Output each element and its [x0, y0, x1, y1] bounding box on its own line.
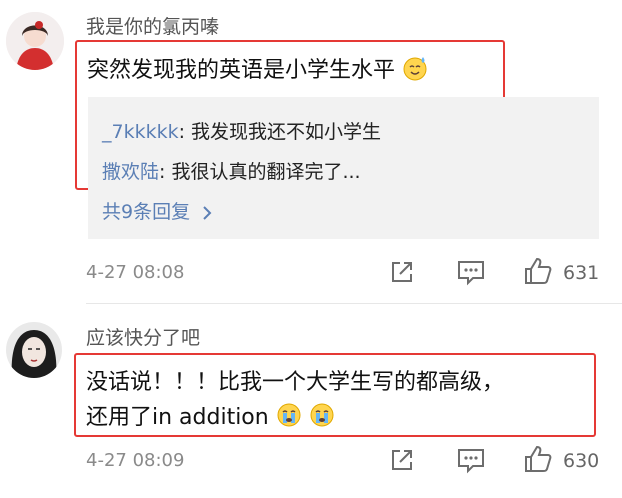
comment-icon[interactable] [456, 446, 486, 474]
sweat-smile-emoji [402, 55, 428, 87]
comment-timestamp: 4-27 08:08 [86, 262, 185, 283]
reply-username[interactable]: _7kkkkk [102, 121, 179, 143]
comment-text: 突然发现我的英语是小学生水平 [87, 52, 428, 87]
reply-item[interactable]: _7kkkkk: 我发现我还不如小学生 [102, 117, 381, 144]
reply-username[interactable]: 撒欢陆 [102, 161, 159, 183]
comment-text: 没话说！！！比我一个大学生写的都高级， [86, 370, 505, 395]
thumbs-up-icon[interactable] [522, 443, 554, 475]
share-icon[interactable] [388, 446, 416, 474]
avatar[interactable] [6, 322, 62, 378]
comment-username[interactable]: 应该快分了吧 [86, 323, 200, 350]
reply-item[interactable]: 撒欢陆: 我很认真的翻译完了... [102, 157, 361, 184]
divider [86, 303, 622, 304]
more-replies-link[interactable]: 共9条回复 [102, 197, 212, 224]
crying-emoji [309, 402, 335, 434]
reply-text: : 我发现我还不如小学生 [178, 121, 382, 143]
comment-username[interactable]: 我是你的氯丙嗪 [86, 12, 219, 39]
crying-emoji [276, 402, 302, 434]
like-count: 631 [563, 262, 600, 284]
comment-timestamp: 4-27 08:09 [86, 450, 185, 471]
reply-text: : 我很认真的翻译完了... [159, 161, 361, 183]
comment-text: 还用了in addition [86, 399, 335, 434]
comment-text-content: 还用了in addition [86, 405, 269, 430]
more-replies-label: 共9条回复 [102, 201, 191, 223]
chevron-right-icon [202, 201, 212, 223]
share-icon[interactable] [388, 258, 416, 286]
thumbs-up-icon[interactable] [522, 255, 554, 287]
avatar[interactable] [6, 12, 64, 70]
like-count: 630 [563, 450, 600, 472]
comment-text-content: 突然发现我的英语是小学生水平 [87, 58, 396, 83]
comment-icon[interactable] [456, 258, 486, 286]
